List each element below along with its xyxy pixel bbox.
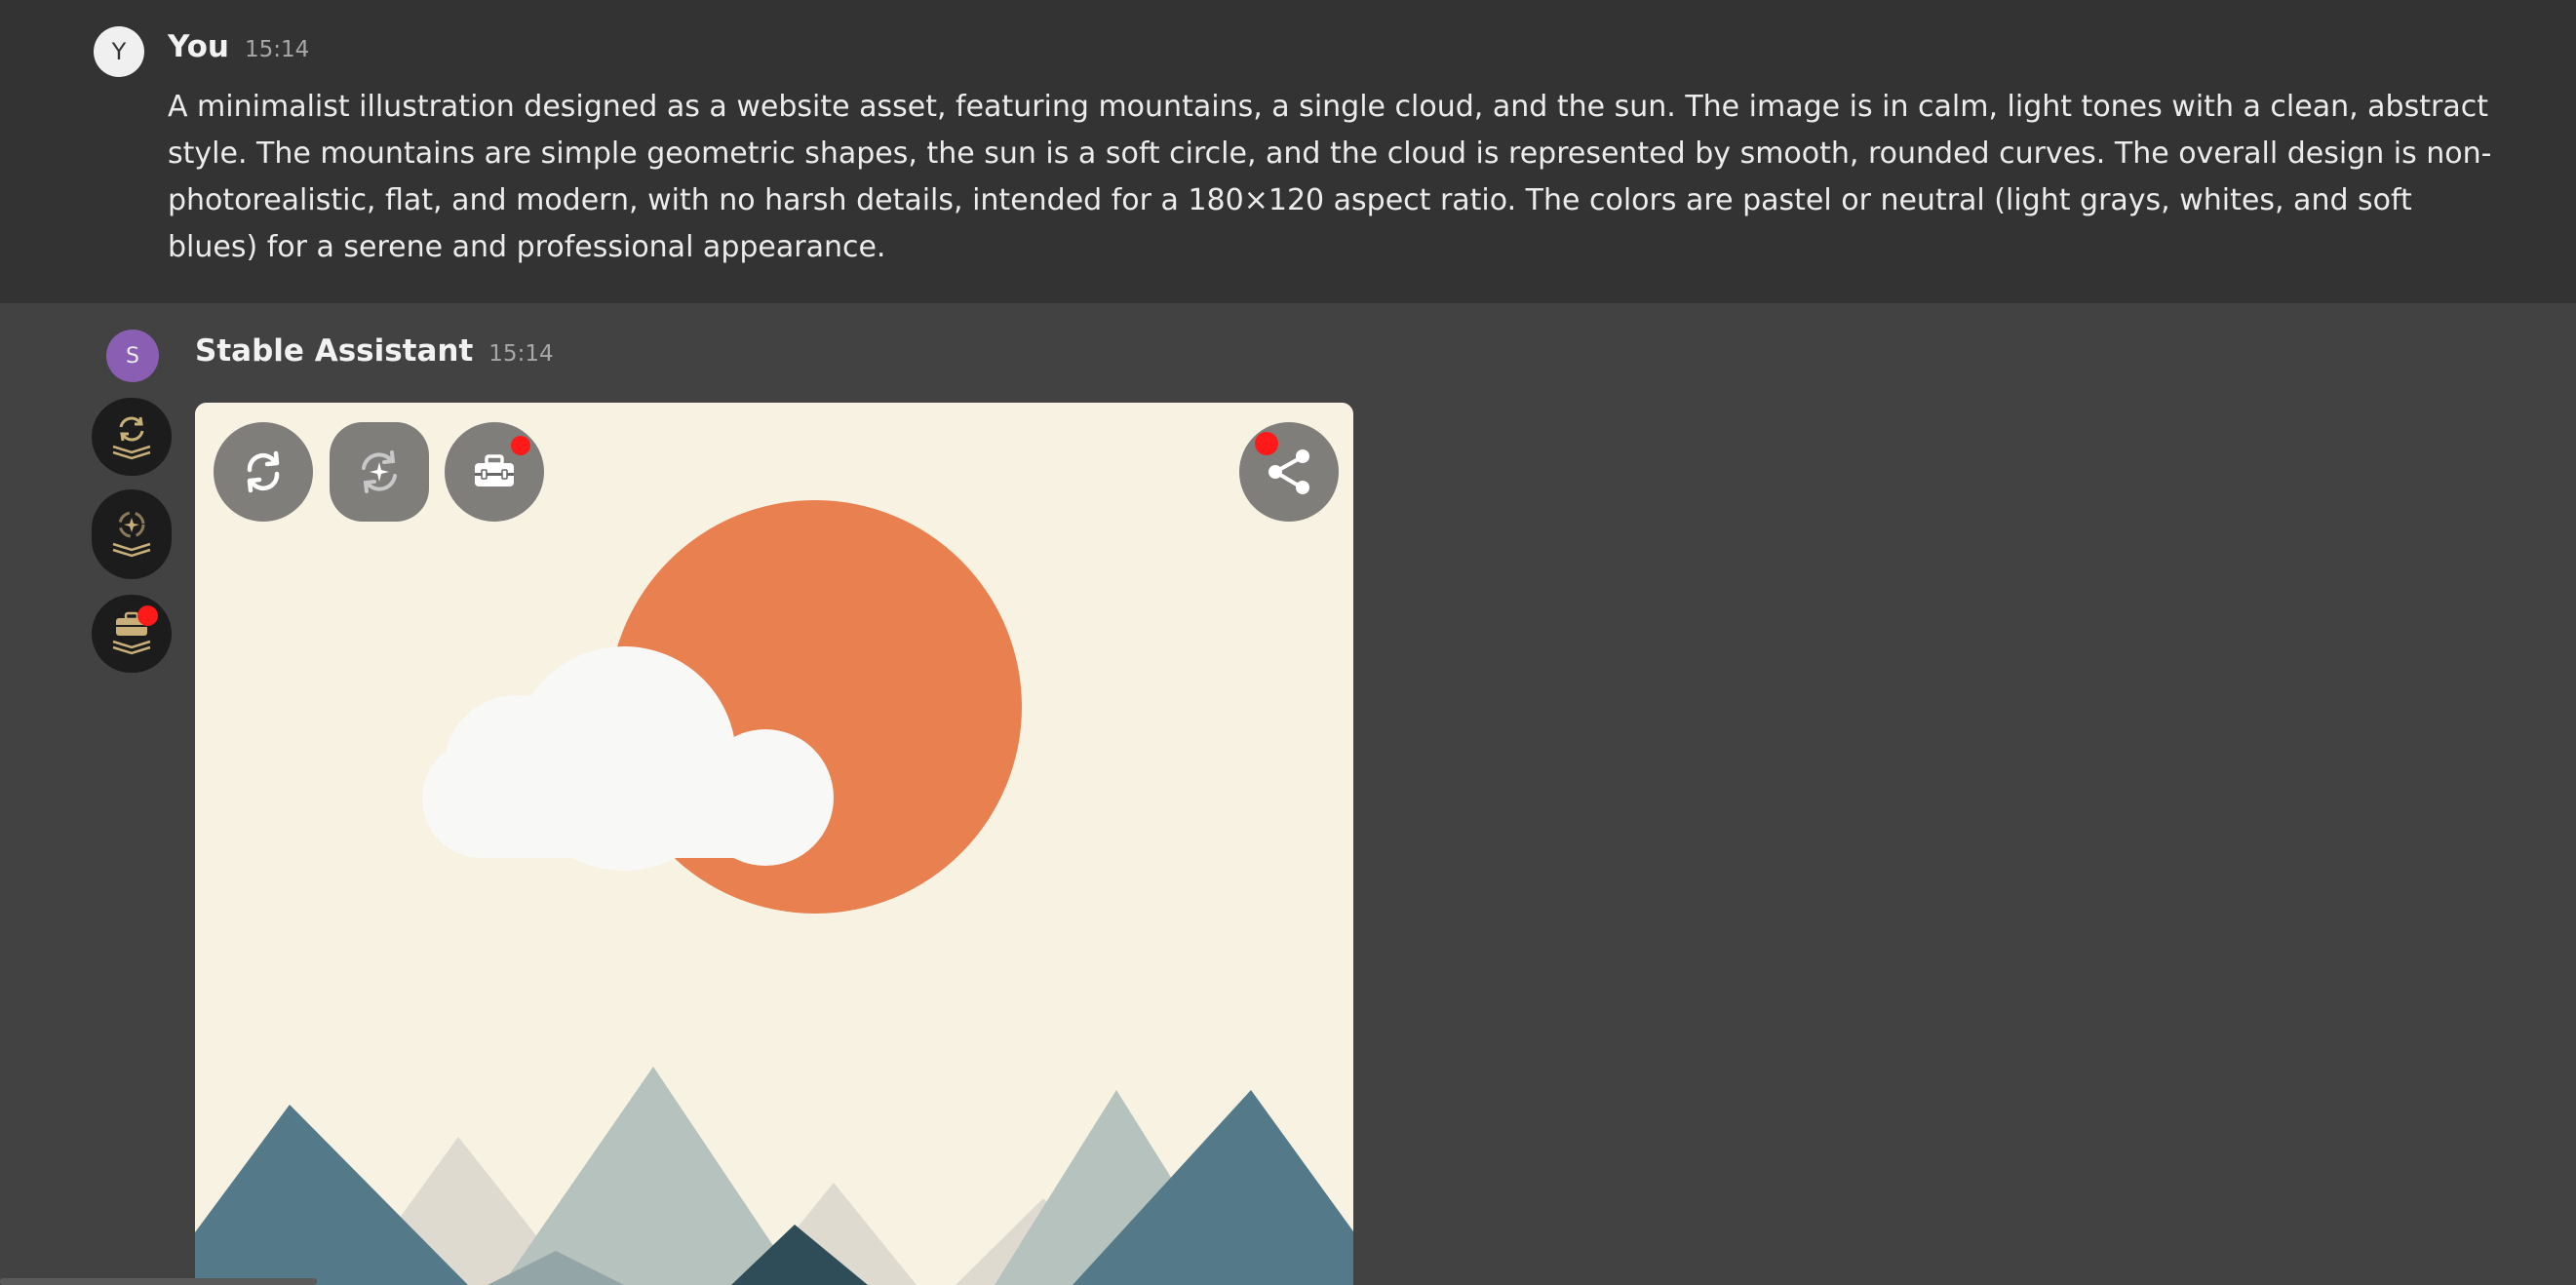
regenerate-button[interactable] bbox=[214, 422, 313, 522]
side-regenerate-button[interactable] bbox=[92, 398, 172, 476]
enhance-regenerate-button[interactable] bbox=[330, 422, 429, 522]
assistant-author-line: Stable Assistant 15:14 bbox=[195, 333, 554, 369]
user-message-time: 15:14 bbox=[244, 37, 310, 62]
side-enhance-button[interactable] bbox=[92, 489, 172, 579]
user-author-line: You 15:14 bbox=[168, 29, 309, 64]
toolbox-notification-dot bbox=[511, 436, 530, 455]
user-avatar: Y bbox=[94, 26, 144, 77]
assistant-author-name: Stable Assistant bbox=[195, 333, 474, 369]
user-avatar-initial: Y bbox=[111, 38, 127, 65]
horizontal-scrollbar[interactable] bbox=[0, 1278, 317, 1285]
share-notification-dot bbox=[1255, 432, 1278, 455]
share-button[interactable] bbox=[1239, 422, 1339, 522]
enhance-stack-icon bbox=[112, 511, 151, 558]
toolbox-button[interactable] bbox=[445, 422, 544, 522]
sparkle-regenerate-icon bbox=[362, 450, 397, 493]
user-author-name: You bbox=[168, 29, 229, 64]
user-prompt-text: A minimalist illustration designed as a … bbox=[168, 90, 2492, 264]
side-toolbox-notification-dot bbox=[137, 605, 158, 626]
assistant-message-time: 15:14 bbox=[488, 341, 554, 367]
user-message: Y You 15:14 A minimalist illustration de… bbox=[0, 0, 2576, 303]
generated-image[interactable] bbox=[195, 403, 1353, 1285]
regenerate-icon bbox=[247, 450, 280, 493]
illustration-artwork bbox=[195, 403, 1353, 1285]
assistant-avatar: S bbox=[106, 330, 159, 382]
assistant-avatar-initial: S bbox=[126, 343, 139, 369]
regenerate-stack-icon bbox=[112, 416, 151, 460]
side-toolbox-button[interactable] bbox=[92, 595, 172, 673]
